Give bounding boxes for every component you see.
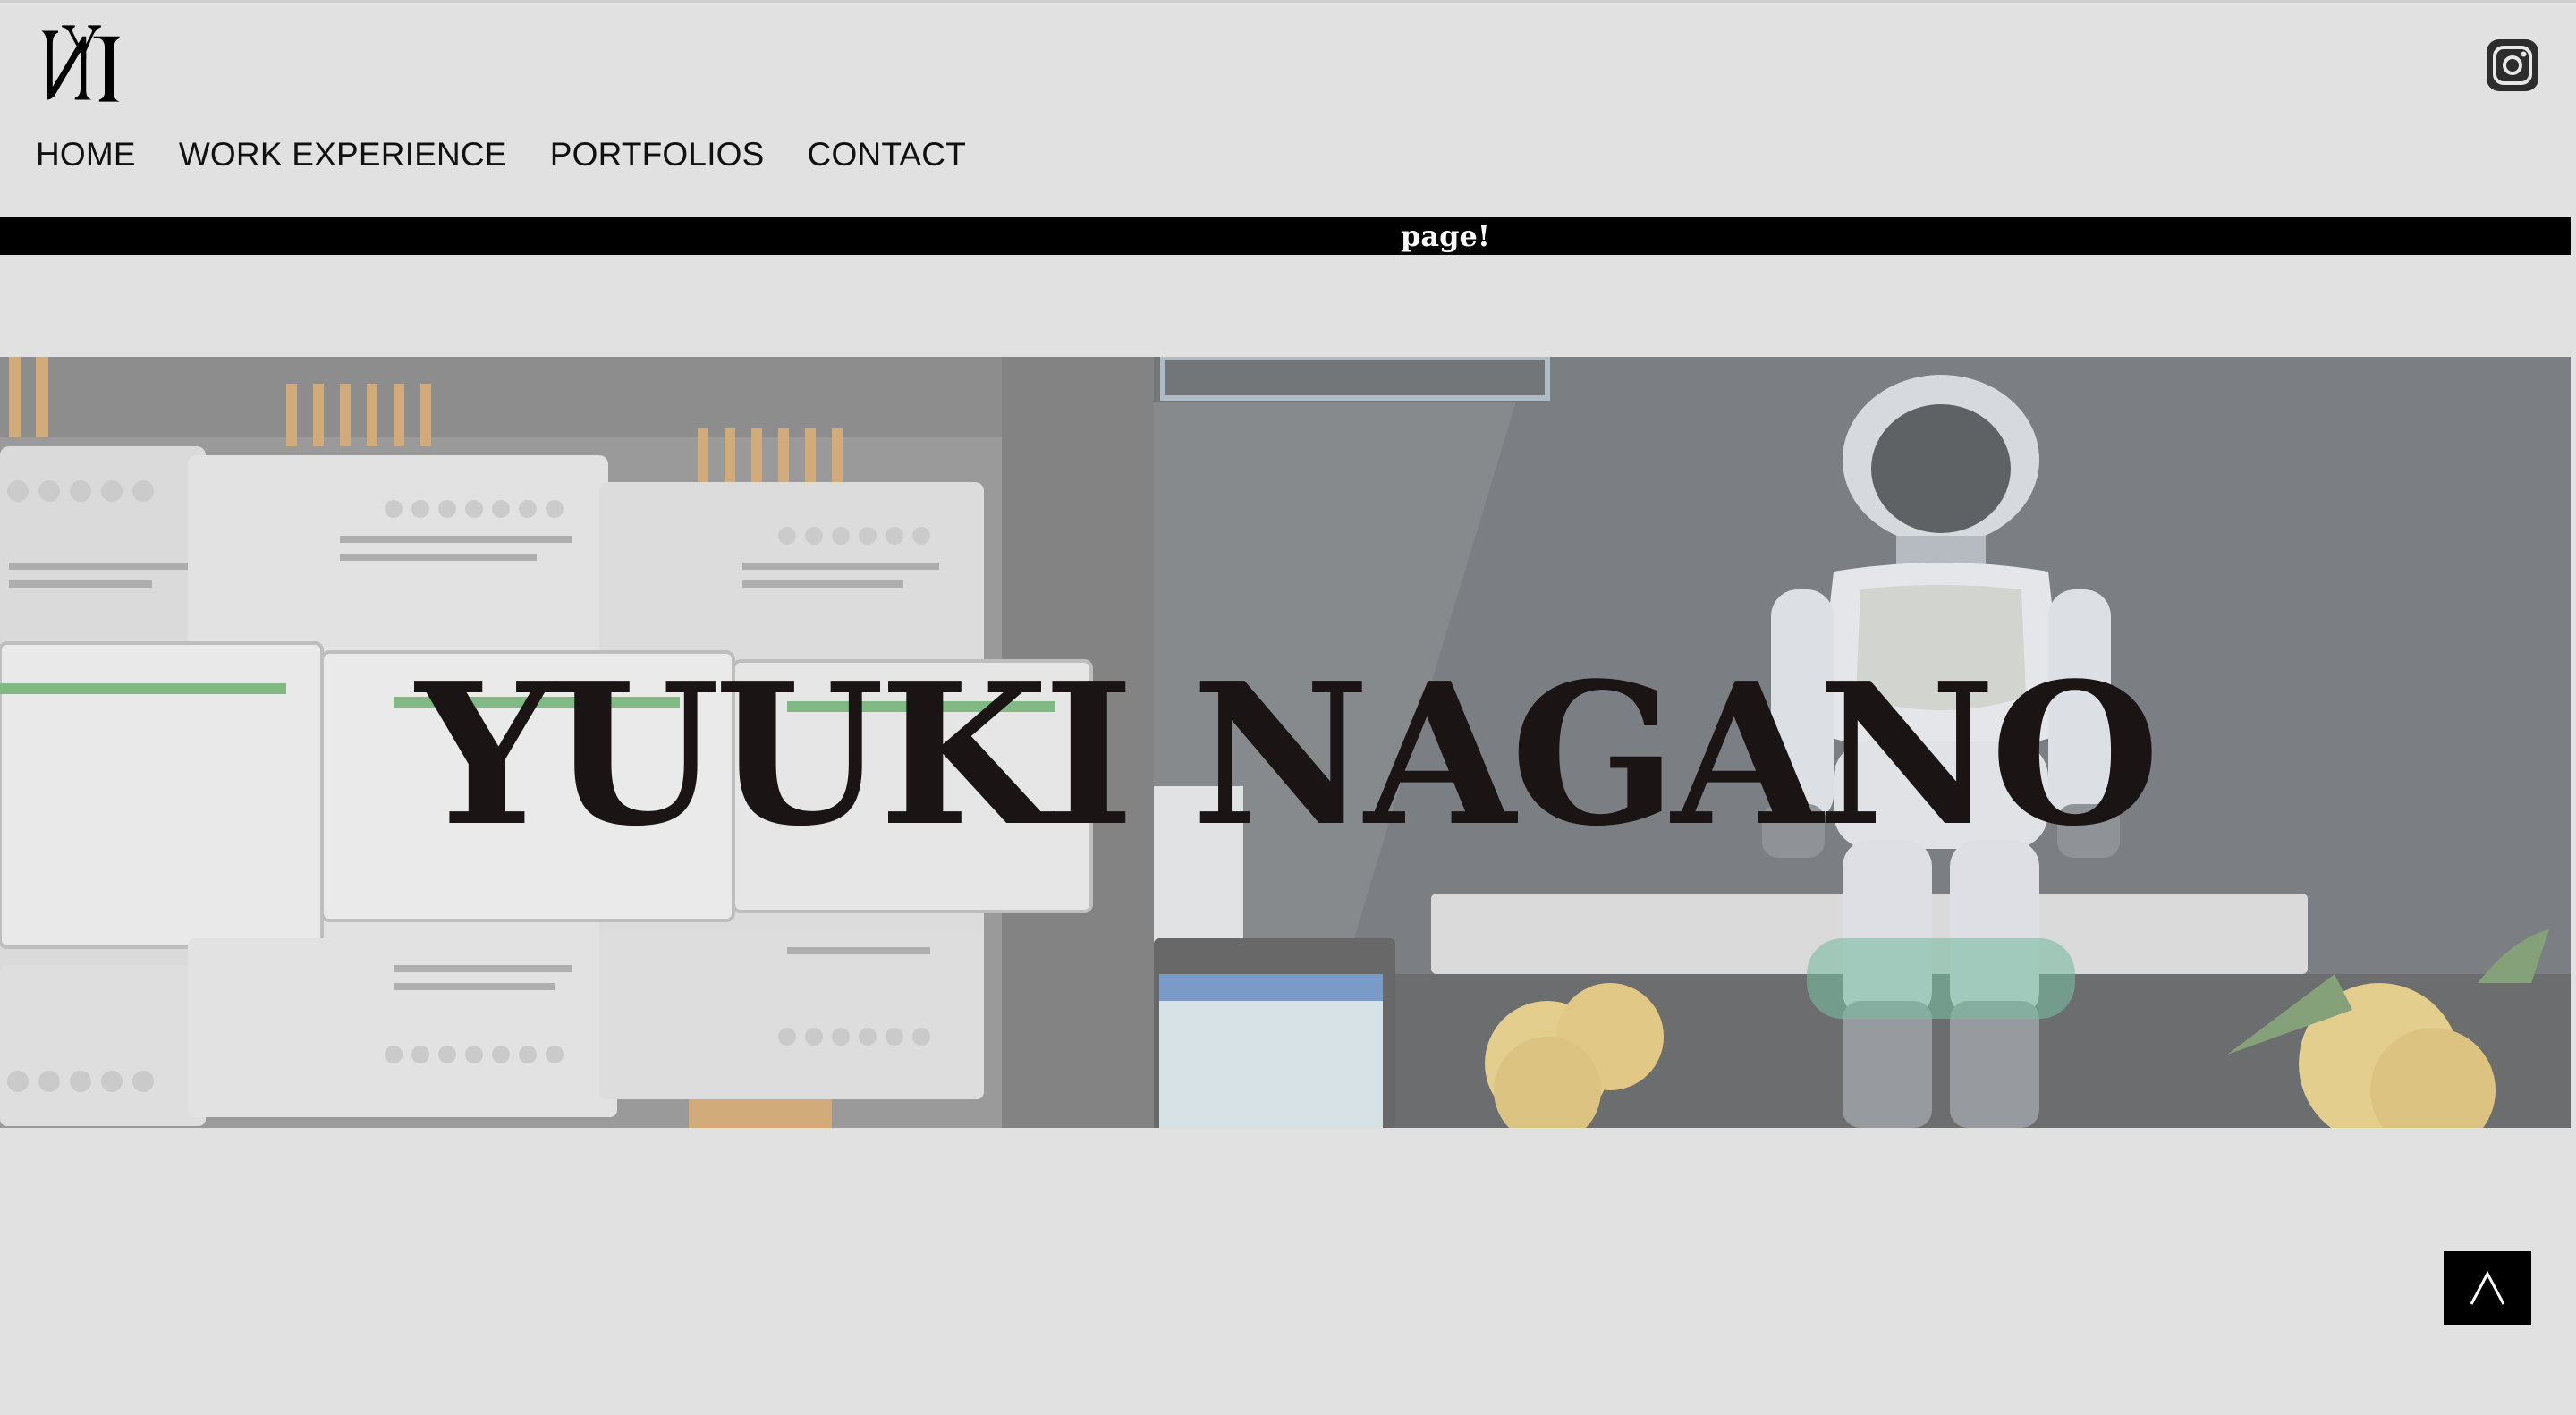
ny-logo-icon[interactable] xyxy=(34,18,127,111)
caret-up-icon xyxy=(2470,1270,2505,1305)
nav-contact[interactable]: CONTACT xyxy=(808,136,966,174)
nav-portfolios[interactable]: PORTFOLIOS xyxy=(550,136,765,174)
instagram-icon[interactable] xyxy=(2485,38,2540,93)
top-border xyxy=(0,0,2576,3)
nav-home[interactable]: HOME xyxy=(36,136,136,174)
marquee-banner: page! xyxy=(0,217,2571,255)
main-nav: HOME WORK EXPERIENCE PORTFOLIOS CONTACT xyxy=(36,132,1009,177)
back-to-top-button[interactable] xyxy=(2444,1251,2531,1325)
marquee-text: page! xyxy=(1401,219,1490,253)
hero-section: YUUKI NAGANO xyxy=(0,357,2571,1128)
nav-work-experience[interactable]: WORK EXPERIENCE xyxy=(179,136,507,174)
hero-title: YUUKI NAGANO xyxy=(415,640,2160,869)
